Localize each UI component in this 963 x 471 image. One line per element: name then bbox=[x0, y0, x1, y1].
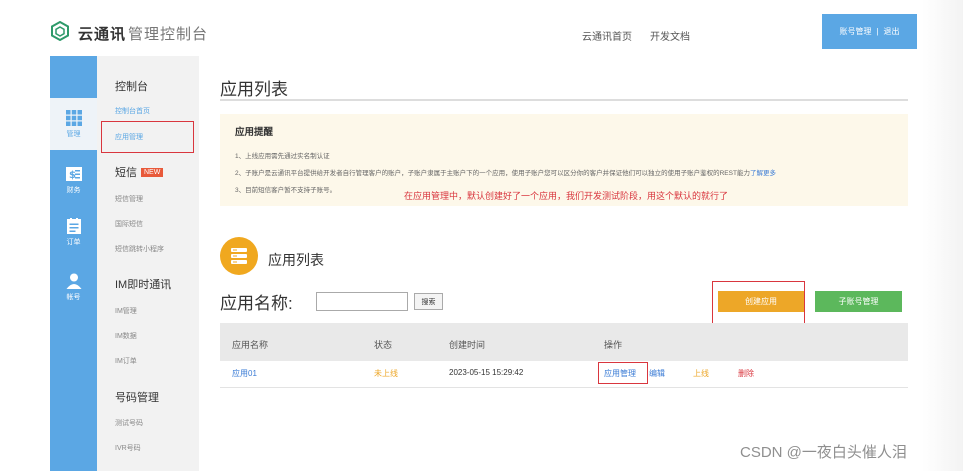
table-header-actions: 操作 bbox=[604, 340, 623, 350]
search-label: 应用名称: bbox=[220, 294, 293, 313]
new-badge: NEW bbox=[141, 168, 164, 177]
subnav-title-im: IM即时通讯 bbox=[115, 279, 172, 291]
app-status: 未上线 bbox=[374, 369, 398, 378]
left-rail: 管理 $ 财务 订单 帐号 bbox=[50, 56, 97, 471]
subnav-title-sms: 短信 NEW bbox=[115, 164, 164, 180]
nav-docs-link[interactable]: 开发文档 bbox=[650, 28, 690, 43]
right-page-edge bbox=[922, 0, 963, 471]
subnav-item-intl-sms[interactable]: 国际短信 bbox=[115, 219, 143, 229]
order-icon bbox=[66, 218, 81, 234]
brand-subtitle: 管理控制台 bbox=[128, 26, 209, 43]
app-created-time: 2023-05-15 15:29:42 bbox=[449, 368, 524, 377]
logo-icon bbox=[51, 21, 69, 41]
table-row: 应用01 未上线 2023-05-15 15:29:42 应用管理 编辑 上线 … bbox=[220, 361, 908, 388]
highlight-box-app-management bbox=[101, 121, 194, 153]
brand-name: 云通讯 bbox=[78, 26, 127, 43]
account-separator: | bbox=[876, 27, 879, 36]
subnav-item-ivr-number[interactable]: IVR号码 bbox=[115, 443, 141, 453]
nav-home-link[interactable]: 云通讯首页 bbox=[582, 28, 632, 43]
sub-navigation: 控制台 控制台首页 应用管理 短信 NEW 短信管理 国际短信 短信跳转小程序 I… bbox=[97, 56, 199, 471]
subnav-title-console: 控制台 bbox=[115, 81, 148, 93]
subnav-title-number: 号码管理 bbox=[115, 392, 159, 404]
account-management-link[interactable]: 账号管理 bbox=[839, 26, 871, 37]
subnav-item-im-management[interactable]: IM管理 bbox=[115, 306, 137, 316]
rail-item-user[interactable]: 帐号 bbox=[50, 261, 97, 313]
subnav-item-im-orders[interactable]: IM订单 bbox=[115, 356, 137, 366]
page-title: 应用列表 bbox=[220, 80, 288, 99]
title-divider bbox=[220, 99, 908, 101]
grid-icon bbox=[65, 110, 82, 126]
app-list-icon bbox=[220, 237, 258, 275]
brand-title: 云通讯 管理控制台 bbox=[78, 23, 208, 44]
sms-title-text: 短信 bbox=[115, 167, 137, 179]
table-header-created: 创建时间 bbox=[449, 340, 486, 350]
app-stack-icon bbox=[231, 248, 247, 264]
notice-line-1: 1、上线应用需先通过实名制认证 bbox=[235, 153, 330, 160]
sub-account-management-button[interactable]: 子账号管理 bbox=[815, 291, 902, 312]
rail-label-user: 帐号 bbox=[66, 294, 81, 301]
rail-item-order[interactable]: 订单 bbox=[50, 206, 97, 258]
subnav-item-test-number[interactable]: 测试号码 bbox=[115, 418, 143, 428]
table-header-status: 状态 bbox=[374, 340, 393, 350]
logout-link[interactable]: 退出 bbox=[884, 26, 900, 37]
subnav-item-sms-management[interactable]: 短信管理 bbox=[115, 194, 143, 204]
user-icon bbox=[66, 273, 81, 289]
svg-text:$: $ bbox=[69, 170, 76, 181]
watermark: CSDN @一夜白头催人泪 bbox=[740, 444, 907, 461]
rail-label-finance: 财务 bbox=[66, 187, 81, 194]
red-annotation-text: 在应用管理中，默认创建好了一个应用，我们开发测试阶段，用这个默认的就行了 bbox=[404, 191, 729, 201]
search-button[interactable]: 搜索 bbox=[414, 293, 443, 310]
learn-more-link[interactable]: 了解更多 bbox=[750, 170, 776, 177]
highlight-box-create-app bbox=[712, 281, 805, 326]
account-bar: 账号管理 | 退出 bbox=[822, 14, 917, 49]
rail-label-order: 订单 bbox=[66, 239, 81, 246]
table-header: 应用名称 状态 创建时间 操作 bbox=[220, 323, 908, 361]
go-online-link[interactable]: 上线 bbox=[693, 368, 709, 379]
rail-item-finance[interactable]: $ 财务 bbox=[50, 154, 97, 206]
app-name-link[interactable]: 应用01 bbox=[232, 368, 257, 379]
rail-label-manage: 管理 bbox=[66, 131, 81, 138]
app-list-heading: 应用列表 bbox=[268, 252, 324, 268]
notice-title: 应用提醒 bbox=[235, 127, 274, 138]
notice-line-3: 3、目前短信客户暂不支持子账号。 bbox=[235, 187, 337, 194]
finance-icon: $ bbox=[65, 167, 82, 181]
table-header-name: 应用名称 bbox=[232, 340, 269, 350]
subnav-item-console-home[interactable]: 控制台首页 bbox=[115, 106, 150, 116]
edit-link[interactable]: 编辑 bbox=[649, 368, 665, 379]
delete-link[interactable]: 删除 bbox=[738, 368, 754, 379]
subnav-item-im-data[interactable]: IM数据 bbox=[115, 331, 137, 341]
rail-item-manage[interactable]: 管理 bbox=[50, 98, 97, 150]
highlight-box-app-manage-op bbox=[598, 362, 648, 384]
app-name-search-input[interactable] bbox=[316, 292, 408, 311]
notice-line-2-text: 2、子账户是云通讯平台提供给开发者自行管理客户的账户，子账户隶属于主账户下的一个… bbox=[235, 170, 750, 177]
notice-line-2: 2、子账户是云通讯平台提供给开发者自行管理客户的账户，子账户隶属于主账户下的一个… bbox=[235, 167, 776, 177]
subnav-item-sms-miniprogram[interactable]: 短信跳转小程序 bbox=[115, 244, 164, 254]
